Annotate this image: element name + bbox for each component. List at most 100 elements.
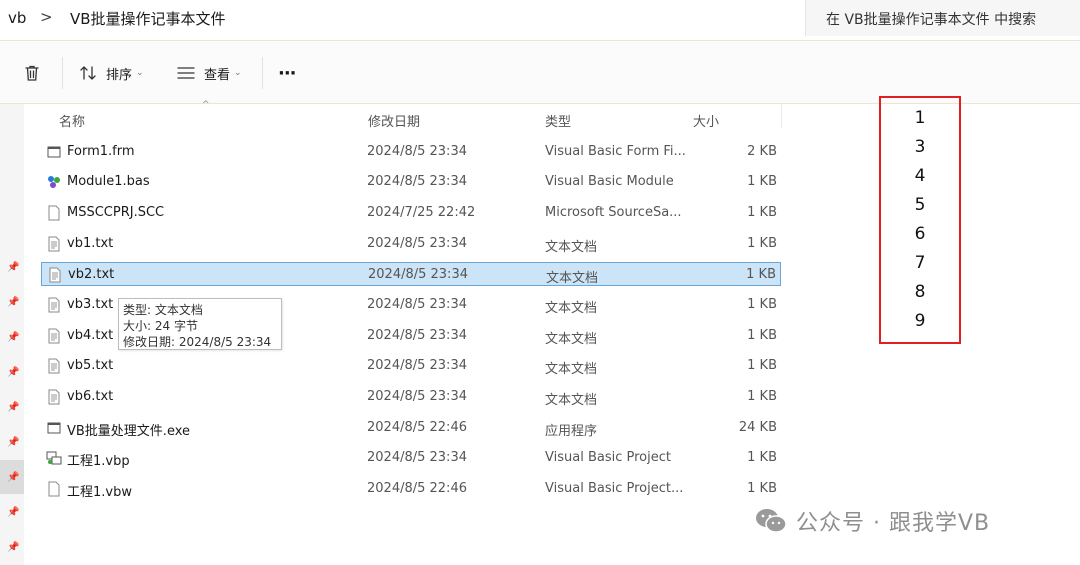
file-name: vb1.txt: [67, 236, 114, 251]
toolbar-divider: [262, 57, 263, 89]
column-header-size[interactable]: 大小: [693, 111, 719, 130]
annotation-box: 1 3 4 5 6 7 8 9: [879, 96, 961, 344]
pin-icon[interactable]: 📌: [7, 542, 19, 553]
file-name: VB批量处理文件.exe: [67, 424, 191, 439]
annotation-number: 4: [914, 166, 926, 186]
more-options-button[interactable]: ···: [278, 61, 296, 85]
file-size: 1 KB: [747, 389, 777, 404]
file-date: 2024/7/25 22:42: [367, 205, 476, 220]
pin-icon[interactable]: 📌: [7, 437, 19, 448]
watermark: 公众号 · 跟我学VB: [754, 506, 990, 536]
vb-form-icon: [46, 144, 62, 160]
file-date: 2024/8/5 23:34: [367, 236, 467, 251]
file-name: vb6.txt: [67, 389, 114, 404]
file-row[interactable]: vb2.txt 2024/8/5 23:34 文本文档 1 KB: [41, 262, 781, 286]
file-row[interactable]: VB批量处理文件.exe 2024/8/5 22:46 应用程序 24 KB: [41, 416, 781, 440]
file-size: 1 KB: [747, 450, 777, 465]
file-name: 工程1.vbw: [67, 485, 132, 500]
file-size: 1 KB: [747, 481, 777, 496]
annotation-number: 6: [914, 224, 926, 244]
pin-icon[interactable]: 📌: [7, 402, 19, 413]
watermark-text: 公众号 · 跟我学VB: [796, 511, 991, 536]
file-size: 24 KB: [738, 420, 777, 435]
file-date: 2024/8/5 23:34: [367, 389, 467, 404]
file-date: 2024/8/5 22:46: [367, 481, 467, 496]
text-file-icon: [46, 358, 62, 374]
vb-module-icon: [46, 174, 62, 190]
annotation-number: 8: [914, 282, 926, 302]
column-header-type[interactable]: 类型: [545, 111, 571, 130]
file-row[interactable]: 工程1.vbp 2024/8/5 23:34 Visual Basic Projec…: [41, 446, 781, 470]
trash-icon: [25, 65, 39, 81]
file-type: 文本文档: [545, 240, 598, 255]
annotation-number: 5: [914, 195, 926, 215]
file-type: 文本文档: [545, 393, 598, 408]
sort-icon: [80, 66, 96, 80]
file-size: 1 KB: [747, 236, 777, 251]
pin-icon[interactable]: 📌: [7, 262, 19, 273]
file-type: Visual Basic Project...: [545, 481, 684, 496]
file-row[interactable]: vb6.txt 2024/8/5 23:34 文本文档 1 KB: [41, 385, 781, 409]
tooltip-size: 大小: 24 字节: [123, 319, 198, 333]
file-date: 2024/8/5 23:34: [368, 267, 468, 282]
file-type: Microsoft SourceSa...: [545, 205, 682, 220]
file-type: Visual Basic Module: [545, 174, 674, 189]
column-header-date[interactable]: 修改日期: [368, 111, 420, 130]
blank-file-icon: [46, 481, 62, 497]
pin-icon[interactable]: 📌: [7, 332, 19, 343]
file-type: 应用程序: [545, 424, 598, 439]
file-name: vb5.txt: [67, 358, 114, 373]
file-row[interactable]: vb5.txt 2024/8/5 23:34 文本文档 1 KB: [41, 354, 781, 378]
file-name: Module1.bas: [67, 174, 150, 189]
pin-icon[interactable]: 📌: [7, 297, 19, 308]
navigation-pane: 📌 📌 📌 📌 📌 📌 📌 📌 📌: [0, 104, 24, 565]
file-date: 2024/8/5 22:46: [367, 420, 467, 435]
file-row[interactable]: 工程1.vbw 2024/8/5 22:46 Visual Basic Projec…: [41, 477, 781, 501]
annotation-number: 9: [914, 311, 926, 331]
pin-icon[interactable]: 📌: [7, 367, 19, 378]
search-box[interactable]: 在 VB批量操作记事本文件 中搜索: [805, 0, 1080, 36]
file-size: 2 KB: [747, 144, 777, 159]
annotation-number: 1: [914, 108, 926, 128]
text-file-icon: [46, 328, 62, 344]
column-divider: [781, 104, 782, 128]
chevron-right-icon[interactable]: >: [40, 8, 53, 26]
column-header-name[interactable]: 名称: [59, 111, 85, 130]
breadcrumb-root[interactable]: vb: [8, 9, 26, 27]
blank-file-icon: [46, 205, 62, 221]
file-size: 1 KB: [747, 297, 777, 312]
file-size: 1 KB: [747, 205, 777, 220]
tooltip-date: 修改日期: 2024/8/5 23:34: [123, 335, 272, 349]
address-bar: vb > VB批量操作记事本文件 在 VB批量操作记事本文件 中搜索: [0, 0, 1080, 38]
vb-project-icon: [46, 450, 62, 466]
file-date: 2024/8/5 23:34: [367, 174, 467, 189]
chevron-down-icon: ⌄: [234, 68, 242, 78]
sort-button[interactable]: 排序 ⌄: [78, 61, 144, 85]
annotation-number: 7: [914, 253, 926, 273]
file-name: vb2.txt: [68, 267, 115, 282]
file-row[interactable]: vb1.txt 2024/8/5 23:34 文本文档 1 KB: [41, 232, 781, 256]
search-placeholder: 在 VB批量操作记事本文件 中搜索: [826, 12, 1037, 28]
pin-icon[interactable]: 📌: [7, 507, 19, 518]
text-file-icon: [46, 389, 62, 405]
file-tooltip: 类型: 文本文档 大小: 24 字节 修改日期: 2024/8/5 23:34: [118, 298, 282, 350]
annotation-number: 3: [914, 137, 926, 157]
wechat-icon: [756, 509, 787, 533]
file-type: 文本文档: [546, 271, 599, 286]
file-row[interactable]: MSSCCPRJ.SCC 2024/7/25 22:42 Microsoft Sou…: [41, 201, 781, 225]
breadcrumb-current[interactable]: VB批量操作记事本文件: [70, 8, 226, 29]
view-button[interactable]: 查看 ⌄: [176, 61, 242, 85]
sort-ascending-icon: ^: [202, 100, 210, 110]
sort-label: 排序: [106, 67, 133, 83]
file-size: 1 KB: [746, 267, 776, 282]
file-name: MSSCCPRJ.SCC: [67, 205, 165, 220]
delete-button[interactable]: [22, 61, 42, 85]
file-row[interactable]: Form1.frm 2024/8/5 23:34 Visual Basic Form…: [41, 140, 781, 164]
text-file-icon: [47, 267, 63, 283]
pin-icon[interactable]: 📌: [7, 472, 19, 483]
file-date: 2024/8/5 23:34: [367, 358, 467, 373]
file-name: Form1.frm: [67, 144, 135, 159]
exe-file-icon: [46, 420, 62, 436]
file-row[interactable]: Module1.bas 2024/8/5 23:34 Visual Basic Mo…: [41, 170, 781, 194]
file-size: 1 KB: [747, 328, 777, 343]
